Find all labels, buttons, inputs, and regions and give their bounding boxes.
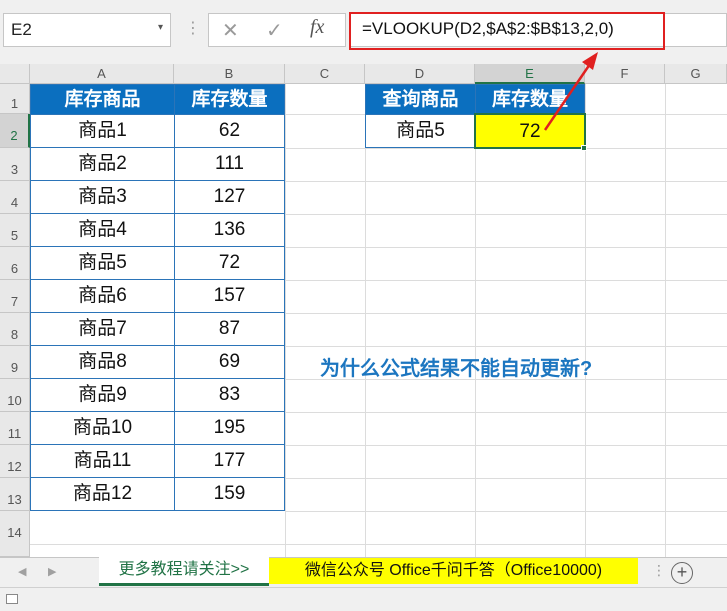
sheet-tab[interactable]: 微信公众号 Office千问千答（Office10000) — [269, 558, 638, 584]
sheet-tab-active[interactable]: 更多教程请关注>> — [99, 556, 269, 586]
annotation-arrow — [543, 52, 598, 131]
arrow-head — [582, 52, 598, 70]
arrow-shaft — [543, 63, 592, 131]
status-bar — [0, 587, 727, 611]
macro-record-icon[interactable] — [6, 594, 18, 604]
add-sheet-icon[interactable]: + — [671, 562, 693, 584]
tab-separator-icon[interactable]: ⋮ — [652, 562, 666, 579]
scroll-left-icon[interactable]: ◀ — [18, 565, 26, 578]
question-text: 为什么公式结果不能自动更新? — [320, 358, 593, 380]
scroll-right-icon[interactable]: ▶ — [48, 565, 56, 578]
